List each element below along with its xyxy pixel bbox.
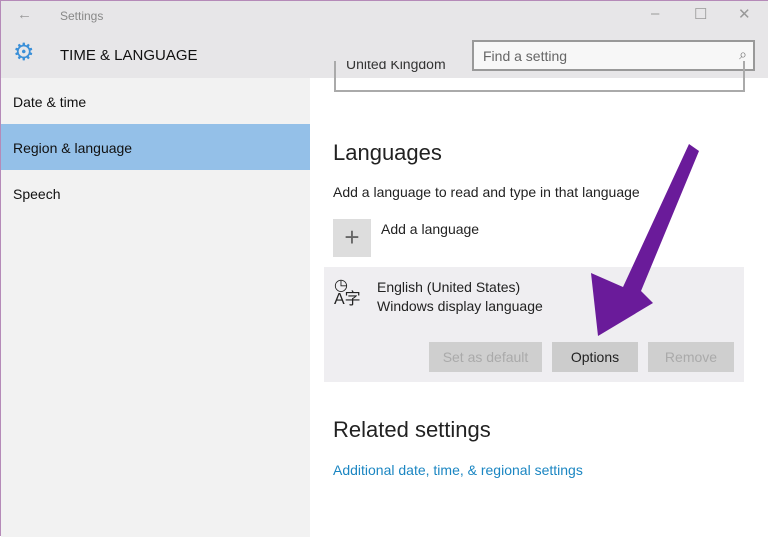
language-icon: ◷ A字	[334, 277, 361, 308]
sidebar-item-region-language[interactable]: Region & language	[1, 124, 310, 170]
language-name: English (United States)	[377, 279, 521, 295]
gear-icon: ⚙	[13, 39, 35, 66]
languages-description: Add a language to read and type in that …	[333, 184, 640, 200]
plus-icon: +	[344, 222, 360, 252]
sidebar-item-date-time[interactable]: Date & time	[1, 78, 310, 124]
language-subtitle: Windows display language	[377, 298, 543, 314]
page-title: TIME & LANGUAGE	[60, 47, 198, 64]
maximize-button[interactable]: ☐	[694, 5, 707, 23]
additional-settings-link[interactable]: Additional date, time, & regional settin…	[333, 462, 583, 478]
languages-heading: Languages	[333, 140, 442, 165]
minimize-button[interactable]: –	[651, 5, 659, 22]
close-button[interactable]: ✕	[738, 5, 751, 23]
related-settings-heading: Related settings	[333, 417, 491, 442]
sidebar-item-speech[interactable]: Speech	[1, 170, 310, 216]
set-as-default-button[interactable]: Set as default	[429, 342, 542, 372]
add-language-label[interactable]: Add a language	[381, 221, 479, 237]
window-title: Settings	[60, 9, 104, 23]
country-dropdown[interactable]: United Kingdom	[334, 61, 745, 92]
sidebar: Date & time Region & language Speech	[1, 78, 310, 537]
title-bar: ← Settings – ☐ ✕	[1, 1, 768, 31]
options-button[interactable]: Options	[552, 342, 638, 372]
country-value: United Kingdom	[346, 61, 446, 72]
back-arrow-icon[interactable]: ←	[17, 6, 32, 23]
remove-button[interactable]: Remove	[648, 342, 734, 372]
language-item[interactable]: ◷ A字 English (United States) Windows disp…	[324, 267, 744, 382]
add-language-button[interactable]: +	[333, 219, 371, 257]
